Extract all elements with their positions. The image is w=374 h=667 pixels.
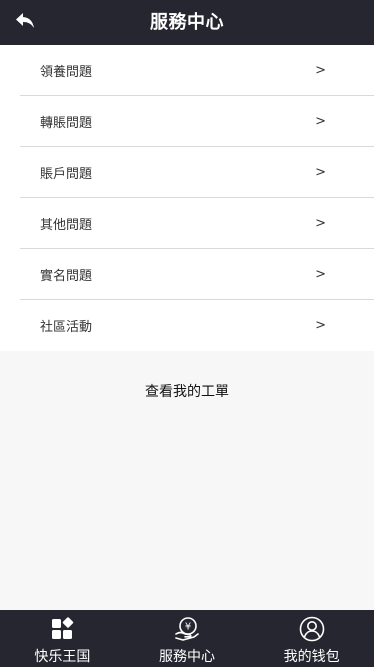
app-screen: 服務中心 領養問題 > 轉賬問題 > 賬戶問題 > 其他問題 > 實名問題 > … [0,0,374,667]
bottom-tab-bar: 快乐王国 ¥ 服務中心 我的钱包 [0,610,374,667]
tab-label: 我的钱包 [283,649,340,665]
tab-wallet[interactable]: 我的钱包 [249,610,374,667]
tab-label: 服務中心 [159,649,215,665]
menu-item-label: 社區活動 [40,320,93,335]
menu-item-label: 賬戶問題 [40,166,93,182]
header-bar: 服務中心 [0,0,374,45]
tab-label: 快乐王国 [34,649,91,665]
svg-text:¥: ¥ [185,622,191,633]
tab-kingdom[interactable]: 快乐王国 [0,610,125,667]
menu-item-label: 實名問題 [40,268,93,284]
chevron-right-icon: > [315,266,326,282]
chevron-right-icon: > [315,318,326,333]
menu-item-community[interactable]: 社區活動 > [20,300,374,351]
menu-item-label: 領養問題 [40,64,93,80]
menu-item-label: 轉賬問題 [40,115,93,131]
hand-coin-icon: ¥ [174,616,200,642]
tab-service-center[interactable]: ¥ 服務中心 [125,610,250,667]
menu-item-other[interactable]: 其他問題 > [20,198,374,249]
page-title: 服務中心 [150,12,224,33]
apps-grid-icon [49,616,75,642]
chevron-right-icon: > [315,215,326,231]
view-tickets-link[interactable]: 查看我的工單 [0,381,374,401]
service-menu: 領養問題 > 轉賬問題 > 賬戶問題 > 其他問題 > 實名問題 > 社區活動 … [0,45,374,351]
menu-item-account[interactable]: 賬戶問題 > [20,147,374,198]
menu-item-label: 其他問題 [40,217,93,233]
user-circle-icon [299,616,325,642]
chevron-right-icon: > [315,164,326,180]
menu-item-transfer[interactable]: 轉賬問題 > [20,96,374,147]
menu-item-realname[interactable]: 實名問題 > [20,249,374,300]
chevron-right-icon: > [315,113,326,129]
chevron-right-icon: > [315,62,326,78]
menu-item-adoption[interactable]: 領養問題 > [20,45,374,96]
